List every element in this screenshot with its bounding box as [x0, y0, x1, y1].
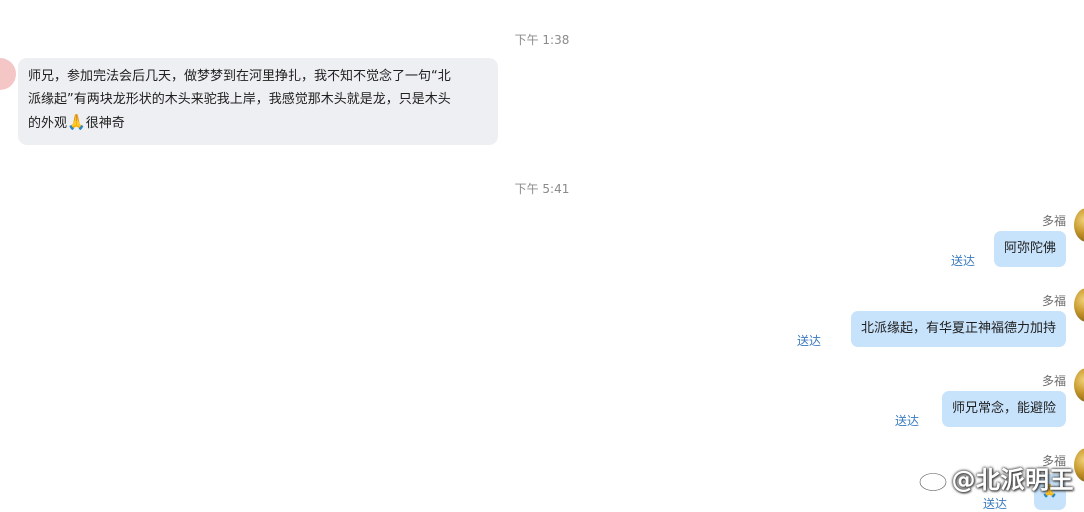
outgoing-message-bubble[interactable]: 师兄常念，能避险 — [941, 391, 1066, 427]
weibo-logo-icon — [918, 469, 950, 492]
timestamp: 下午 5:41 — [0, 180, 1084, 197]
watermark: @北派明王 — [918, 460, 1075, 495]
incoming-message-bubble[interactable]: 师兄，参加完法会后几天，做梦梦到在河里挣扎，我不知不觉念了一句“北 派缘起”有两… — [18, 58, 498, 145]
timestamp-text: 下午 5:41 — [514, 182, 570, 196]
sender-name: 多福 — [1041, 294, 1066, 308]
outgoing-message-bubble[interactable]: 北派缘起，有华夏正神福德力加持 — [850, 311, 1066, 347]
message-line: 的外观🙏很神奇 — [28, 113, 125, 131]
timestamp-text: 下午 1:38 — [514, 33, 570, 47]
watermark-text: @北派明王 — [951, 466, 1074, 494]
user-avatar[interactable] — [1074, 208, 1084, 242]
sender-name: 多福 — [1041, 374, 1066, 388]
delivery-status: 送达 — [983, 497, 1008, 511]
delivery-status: 送达 — [797, 334, 822, 348]
user-avatar[interactable] — [1074, 288, 1084, 322]
delivery-status: 送达 — [895, 414, 920, 428]
message-line: 师兄，参加完法会后几天，做梦梦到在河里挣扎，我不知不觉念了一句“北 — [28, 69, 451, 84]
contact-avatar[interactable] — [0, 58, 16, 90]
outgoing-message-bubble[interactable]: 阿弥陀佛 — [993, 231, 1066, 267]
user-avatar[interactable] — [1074, 448, 1084, 482]
user-avatar[interactable] — [1074, 368, 1084, 402]
message-line: 派缘起”有两块龙形状的木头来驼我上岸，我感觉那木头就是龙，只是木头 — [28, 91, 451, 107]
delivery-status: 送达 — [951, 254, 976, 268]
praying-hands-emoji-icon: 🙏 — [67, 113, 86, 131]
timestamp: 下午 1:38 — [0, 31, 1084, 48]
sender-name: 多福 — [1041, 214, 1066, 228]
